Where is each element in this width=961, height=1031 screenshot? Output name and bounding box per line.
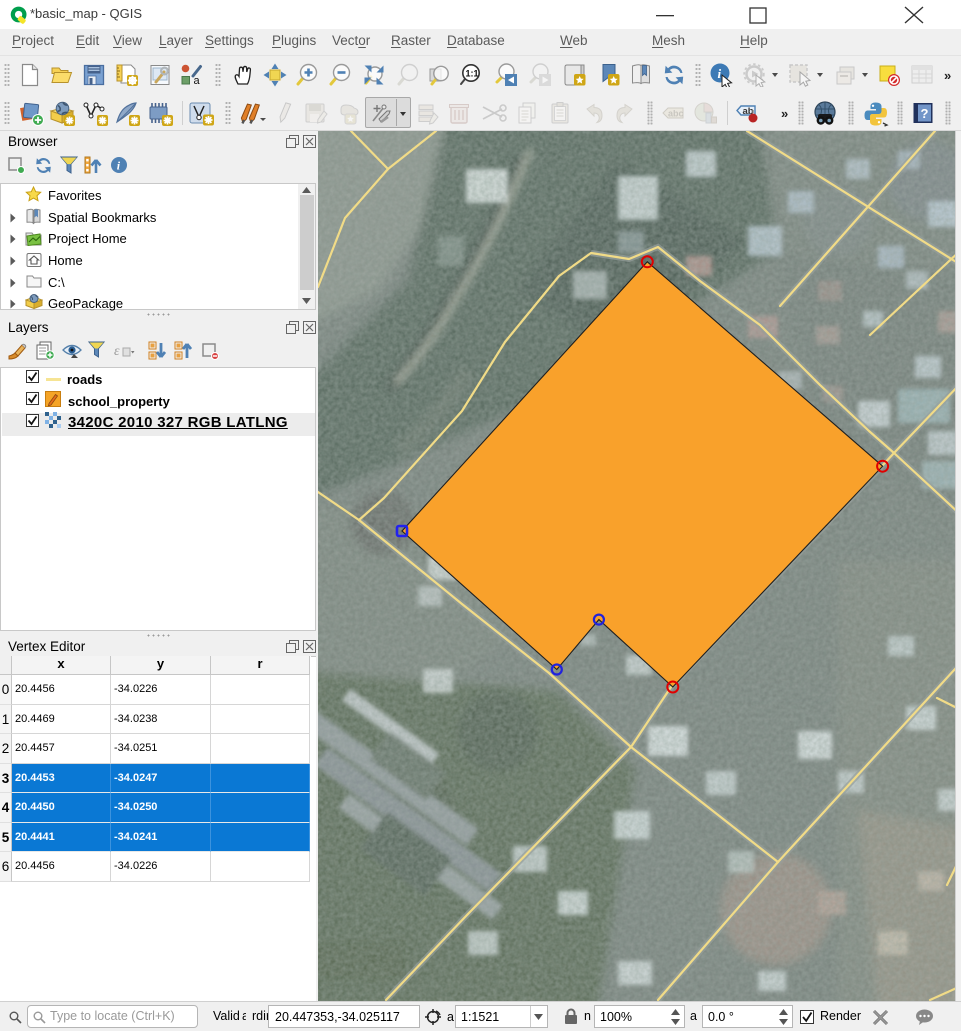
svg-text:a: a: [194, 75, 201, 87]
svg-text:i: i: [718, 66, 722, 81]
svg-text:1:1: 1:1: [466, 69, 479, 79]
svg-text:?: ?: [921, 106, 929, 121]
svg-text:ε: ε: [114, 344, 120, 359]
svg-text:abc: abc: [668, 109, 684, 119]
